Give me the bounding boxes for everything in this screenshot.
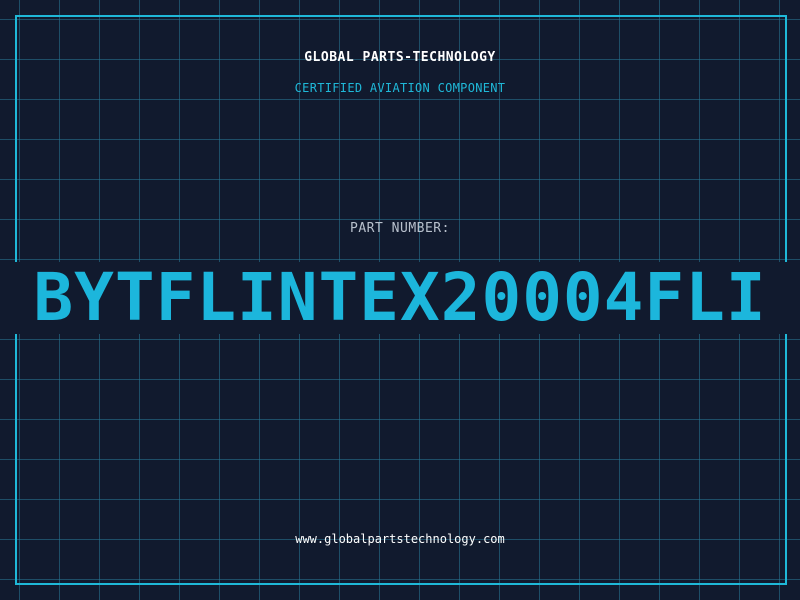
- website-url: www.globalpartstechnology.com: [295, 532, 505, 546]
- part-number-band: BYTFLINTEX20004FLI: [0, 262, 800, 334]
- part-number-value: BYTFLINTEX20004FLI: [33, 262, 767, 334]
- certification-subtitle: CERTIFIED AVIATION COMPONENT: [294, 81, 506, 95]
- part-label-card: GLOBAL PARTS-TECHNOLOGY CERTIFIED AVIATI…: [0, 0, 800, 600]
- company-name: GLOBAL PARTS-TECHNOLOGY: [304, 50, 496, 65]
- part-number-label: PART NUMBER:: [350, 221, 450, 236]
